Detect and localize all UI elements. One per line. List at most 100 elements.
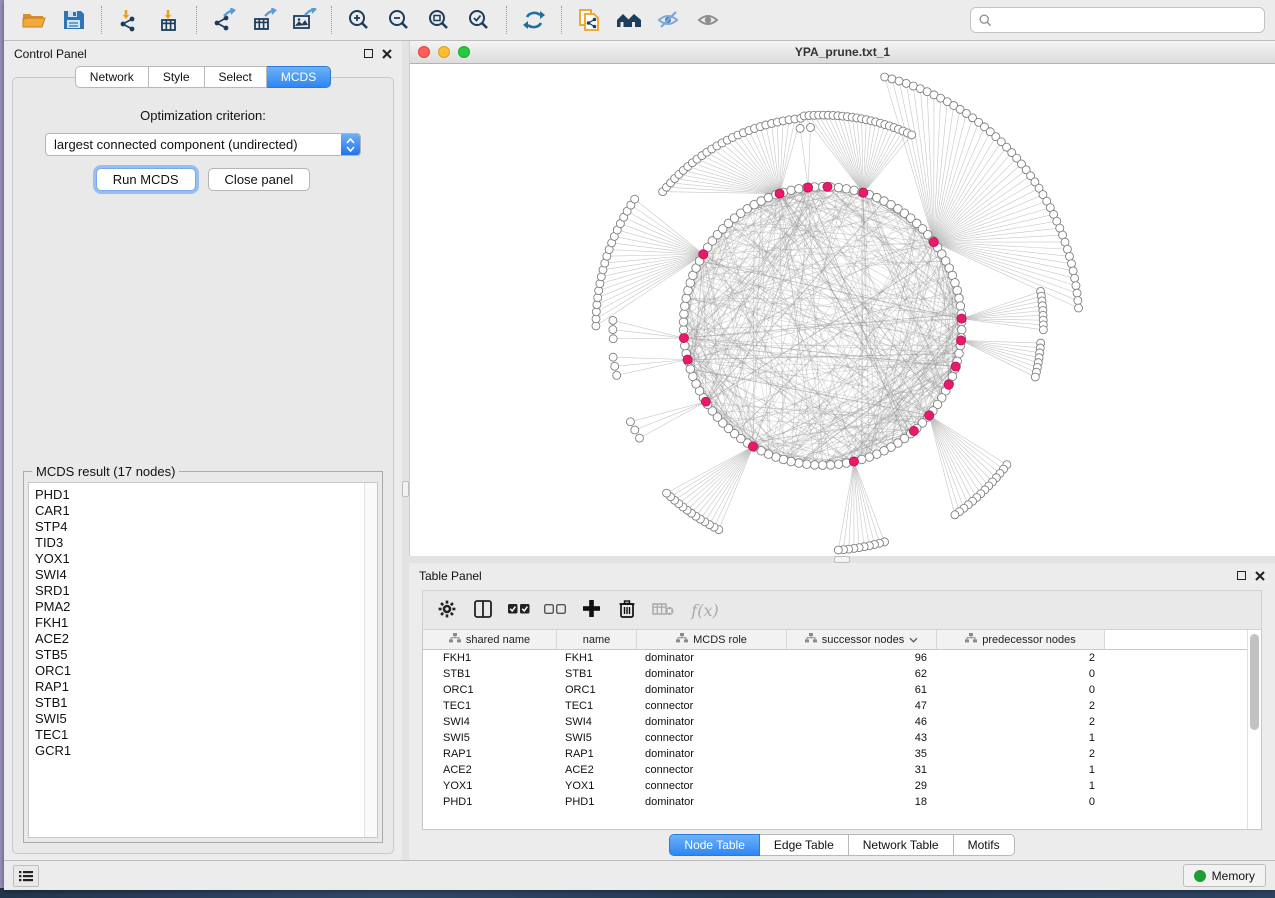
mcds-result-item[interactable]: ORC1: [35, 663, 362, 679]
table-scrollbar[interactable]: [1247, 630, 1261, 829]
table-row[interactable]: ORC1ORC1dominator610: [423, 682, 1247, 698]
table-cell[interactable]: 0: [937, 796, 1105, 808]
save-session-button[interactable]: [54, 4, 94, 36]
table-cell[interactable]: 18: [787, 796, 937, 808]
mcds-result-item[interactable]: FKH1: [35, 615, 362, 631]
table-cell[interactable]: 1: [937, 780, 1105, 792]
table-cell[interactable]: TEC1: [557, 700, 637, 712]
import-network-button[interactable]: [109, 4, 149, 36]
table-cell[interactable]: dominator: [637, 684, 787, 696]
float-panel-icon[interactable]: [1237, 571, 1246, 580]
select-all-button[interactable]: [503, 595, 535, 625]
table-cell[interactable]: 62: [787, 668, 937, 680]
column-header-name[interactable]: name: [557, 630, 637, 649]
table-cell[interactable]: 2: [937, 700, 1105, 712]
table-cell[interactable]: dominator: [637, 652, 787, 664]
table-cell[interactable]: 0: [937, 684, 1105, 696]
vertical-splitter[interactable]: [402, 41, 409, 860]
zoom-fit-button[interactable]: [419, 4, 459, 36]
float-panel-icon[interactable]: [364, 49, 373, 58]
table-cell[interactable]: RAP1: [557, 748, 637, 760]
table-cell[interactable]: YOX1: [423, 780, 557, 792]
zoom-selected-button[interactable]: [459, 4, 499, 36]
close-panel-icon[interactable]: [382, 49, 392, 59]
table-cell[interactable]: 96: [787, 652, 937, 664]
table-cell[interactable]: 2: [937, 716, 1105, 728]
table-cell[interactable]: SWI5: [557, 732, 637, 744]
table-cell[interactable]: ACE2: [557, 764, 637, 776]
maximize-window-icon[interactable]: [458, 46, 470, 58]
mcds-result-item[interactable]: PMA2: [35, 599, 362, 615]
tab-mcds[interactable]: MCDS: [267, 66, 331, 88]
table-cell[interactable]: FKH1: [423, 652, 557, 664]
table-row[interactable]: TEC1TEC1connector472: [423, 698, 1247, 714]
duplicate-network-button[interactable]: [569, 4, 609, 36]
mcds-result-item[interactable]: TEC1: [35, 727, 362, 743]
table-cell[interactable]: 61: [787, 684, 937, 696]
table-cell[interactable]: PHD1: [423, 796, 557, 808]
close-panel-button[interactable]: Close panel: [208, 168, 311, 191]
mcds-result-item[interactable]: SRD1: [35, 583, 362, 599]
tab-style[interactable]: Style: [149, 66, 205, 88]
mcds-result-item[interactable]: STB1: [35, 695, 362, 711]
deselect-all-button[interactable]: [539, 595, 571, 625]
table-cell[interactable]: 46: [787, 716, 937, 728]
network-graph[interactable]: [410, 64, 1275, 556]
table-row[interactable]: RAP1RAP1dominator352: [423, 746, 1247, 762]
table-row[interactable]: STB1STB1dominator620: [423, 666, 1247, 682]
search-input[interactable]: [998, 13, 1256, 27]
table-cell[interactable]: dominator: [637, 668, 787, 680]
table-row[interactable]: YOX1YOX1connector291: [423, 778, 1247, 794]
network-nodes[interactable]: [592, 73, 1083, 554]
table-cell[interactable]: SWI4: [423, 716, 557, 728]
add-column-button[interactable]: [575, 595, 607, 625]
export-table-button[interactable]: [244, 4, 284, 36]
scrollbar-thumb[interactable]: [1250, 634, 1259, 730]
mcds-result-item[interactable]: YOX1: [35, 551, 362, 567]
table-row[interactable]: PHD1PHD1dominator180: [423, 794, 1247, 810]
table-row[interactable]: FKH1FKH1dominator962: [423, 650, 1247, 666]
table-cell[interactable]: 1: [937, 732, 1105, 744]
mcds-result-item[interactable]: TID3: [35, 535, 362, 551]
table-row[interactable]: ACE2ACE2connector311: [423, 762, 1247, 778]
column-header-predecessor-nodes[interactable]: predecessor nodes: [937, 630, 1105, 649]
refresh-network-button[interactable]: [514, 4, 554, 36]
table-cell[interactable]: 35: [787, 748, 937, 760]
close-window-icon[interactable]: [418, 46, 430, 58]
zoom-in-button[interactable]: [339, 4, 379, 36]
import-table-button[interactable]: [149, 4, 189, 36]
table-cell[interactable]: STB1: [557, 668, 637, 680]
minimize-window-icon[interactable]: [438, 46, 450, 58]
mcds-result-item[interactable]: PHD1: [35, 487, 362, 503]
mcds-result-item[interactable]: STP4: [35, 519, 362, 535]
first-neighbors-button[interactable]: [609, 4, 649, 36]
splitter-grip[interactable]: [402, 481, 409, 497]
table-cell[interactable]: dominator: [637, 796, 787, 808]
mcds-result-item[interactable]: CAR1: [35, 503, 362, 519]
network-canvas[interactable]: [410, 64, 1275, 556]
table-settings-button[interactable]: [431, 595, 463, 625]
mcds-result-item[interactable]: STB5: [35, 647, 362, 663]
task-history-button[interactable]: [13, 865, 39, 887]
delete-column-button[interactable]: [611, 595, 643, 625]
table-cell[interactable]: 43: [787, 732, 937, 744]
criterion-select[interactable]: largest connected component (undirected): [45, 133, 361, 156]
mcds-result-item[interactable]: RAP1: [35, 679, 362, 695]
hide-selected-button[interactable]: [649, 4, 689, 36]
tab-edge-table[interactable]: Edge Table: [760, 834, 849, 856]
column-header-shared-name[interactable]: shared name: [423, 630, 557, 649]
table-cell[interactable]: ORC1: [423, 684, 557, 696]
column-header-MCDS-role[interactable]: MCDS role: [637, 630, 787, 649]
tab-motifs[interactable]: Motifs: [954, 834, 1015, 856]
table-cell[interactable]: dominator: [637, 716, 787, 728]
export-image-button[interactable]: [284, 4, 324, 36]
column-header-successor-nodes[interactable]: successor nodes: [787, 630, 937, 649]
mcds-result-item[interactable]: SWI4: [35, 567, 362, 583]
table-cell[interactable]: connector: [637, 732, 787, 744]
network-titlebar[interactable]: YPA_prune.txt_1: [410, 41, 1275, 64]
search-box[interactable]: [970, 7, 1265, 33]
tab-node-table[interactable]: Node Table: [669, 834, 760, 856]
show-all-button[interactable]: [689, 4, 729, 36]
table-cell[interactable]: SWI4: [557, 716, 637, 728]
tab-network[interactable]: Network: [75, 66, 149, 88]
